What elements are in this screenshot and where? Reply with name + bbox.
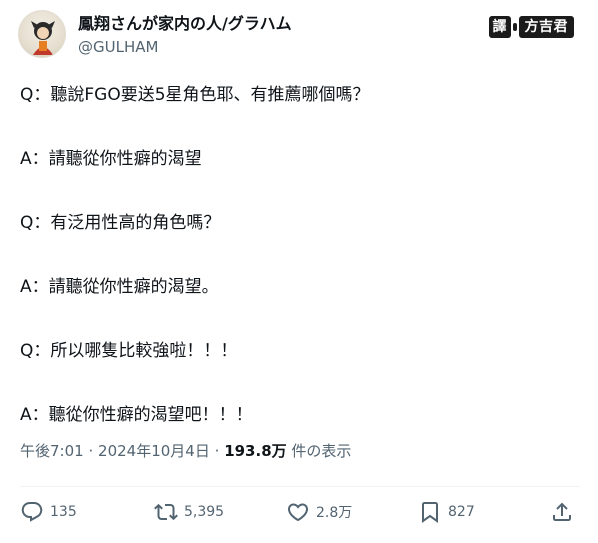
meta-separator: ·: [214, 442, 220, 460]
like-icon: [287, 503, 309, 522]
bookmark-button[interactable]: 827: [418, 500, 475, 524]
bookmark-icon: [422, 502, 438, 523]
meta-separator: ·: [88, 442, 94, 460]
retweet-icon: [154, 503, 178, 521]
tweet-text: Q：聽說FGO要送5星角色耶、有推薦哪個嗎？ A：請聽從你性癖的渴望 Q：有泛用…: [20, 84, 580, 426]
author-names: 鳳翔さんが家内の人/グラハム @GULHAM: [78, 13, 292, 58]
translator-tag: 譯: [488, 16, 511, 38]
like-button[interactable]: 2.8万: [286, 500, 352, 524]
retweet-count: 5,395: [184, 504, 225, 520]
view-count[interactable]: 193.8万: [224, 442, 286, 460]
divider: [20, 486, 580, 487]
reply-icon: [21, 502, 43, 522]
tweet-line: Q：所以哪隻比較強啦！！！: [20, 341, 238, 361]
tweet-header: 鳳翔さんが家内の人/グラハム @GULHAM 譯 方吉君: [18, 10, 580, 62]
share-button[interactable]: [550, 500, 574, 524]
tweet-line: A：聽從你性癖的渴望吧！！！: [20, 405, 253, 425]
author-handle[interactable]: @GULHAM: [78, 37, 292, 58]
tweet-date[interactable]: 2024年10月4日: [98, 442, 210, 460]
tweet-line: Q：有泛用性高的角色嗎？: [20, 213, 221, 233]
author-display-name[interactable]: 鳳翔さんが家内の人/グラハム: [78, 13, 292, 34]
translator-watermark: 譯 方吉君: [488, 16, 574, 38]
tweet-line: A：請聽從你性癖的渴望。: [20, 277, 219, 297]
action-bar: 135 5,395 2.8万 827: [20, 500, 580, 530]
tweet-line: Q：聽說FGO要送5星角色耶、有推薦哪個嗎？: [20, 85, 370, 105]
retweet-button[interactable]: 5,395: [154, 500, 224, 524]
tweet-meta: 午後7:01 · 2024年10月4日 · 193.8万 件の表示: [20, 440, 351, 461]
translator-dot: [512, 23, 517, 31]
avatar[interactable]: [18, 10, 66, 58]
tweet-line: A：請聽從你性癖的渴望: [20, 149, 202, 169]
translator-name: 方吉君: [518, 16, 574, 38]
reply-button[interactable]: 135: [20, 500, 77, 524]
view-count-label: 件の表示: [291, 442, 352, 460]
share-icon: [553, 502, 571, 521]
bookmark-count: 827: [448, 504, 475, 520]
tweet-time[interactable]: 午後7:01: [20, 442, 84, 460]
like-count: 2.8万: [316, 505, 353, 521]
reply-count: 135: [50, 504, 77, 520]
